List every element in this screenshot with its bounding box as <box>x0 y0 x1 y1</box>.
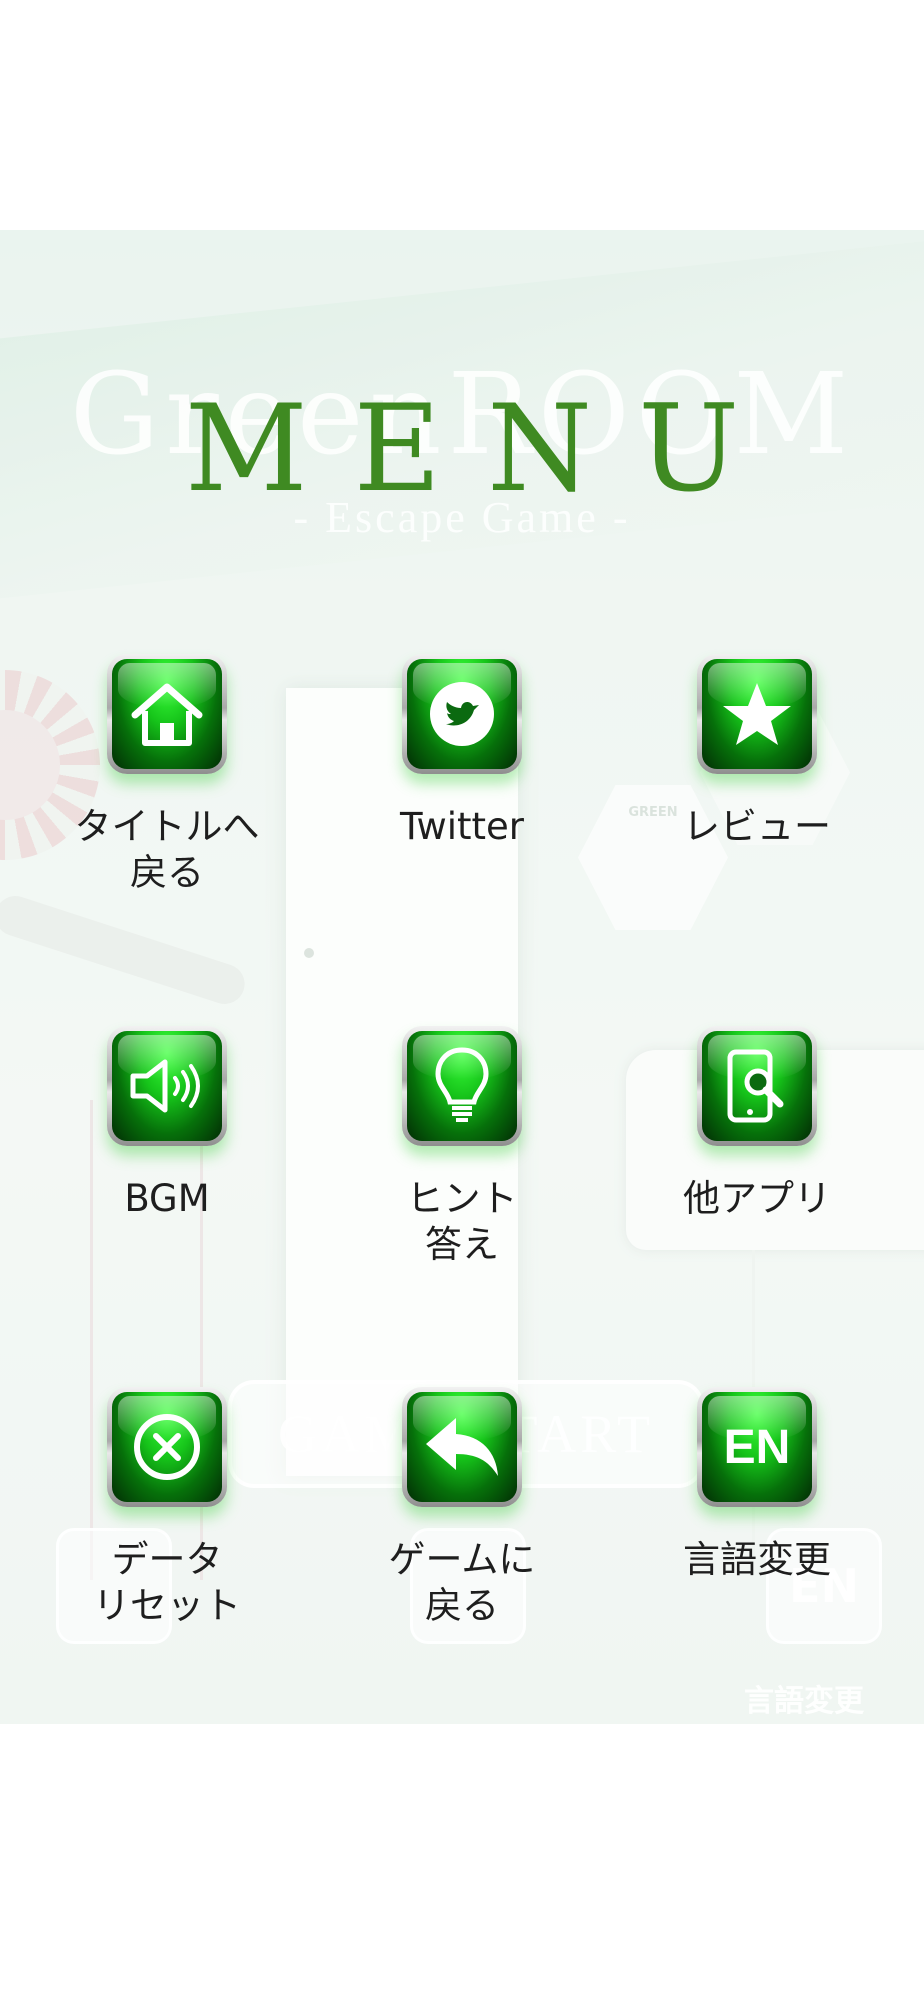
phone-search-icon <box>727 1049 784 1123</box>
menu-item-label: レビュー <box>683 805 831 848</box>
star-icon <box>723 683 791 745</box>
menu-item-bgm[interactable]: BGM <box>27 1026 307 1222</box>
menu-item-back-to-title[interactable]: タイトルへ 戻る <box>27 654 307 896</box>
menu-item-label: タイトルへ 戻る <box>74 805 260 894</box>
menu-item-label: 他アプリ <box>683 1177 831 1220</box>
menu-item-label: データ リセット <box>93 1538 241 1627</box>
hint-answer-button[interactable] <box>402 1026 522 1146</box>
menu-item-hint-answer[interactable]: ヒント 答え <box>322 1026 602 1268</box>
menu-item-label: BGM <box>124 1177 210 1220</box>
menu-item-other-apps[interactable]: 他アプリ <box>617 1026 897 1222</box>
data-reset-button[interactable] <box>107 1387 227 1507</box>
close-circle-icon <box>134 1414 200 1480</box>
twitter-icon <box>430 682 494 746</box>
review-button[interactable] <box>697 654 817 774</box>
menu-item-language[interactable]: EN 言語変更 <box>617 1387 897 1583</box>
menu-item-label: ヒント 答え <box>406 1177 518 1266</box>
lightbulb-icon <box>435 1047 489 1122</box>
menu-item-twitter[interactable]: Twitter <box>322 654 602 850</box>
menu-title: MENU <box>184 380 786 519</box>
menu-item-label: Twitter <box>399 805 524 848</box>
back-to-title-button[interactable] <box>107 654 227 774</box>
twitter-button[interactable] <box>402 654 522 774</box>
back-to-game-button[interactable] <box>402 1387 522 1507</box>
menu-item-data-reset[interactable]: データ リセット <box>27 1387 307 1629</box>
menu-item-label: ゲームに 戻る <box>388 1538 536 1627</box>
en-icon: EN <box>723 1420 791 1474</box>
menu-item-back-to-game[interactable]: ゲームに 戻る <box>322 1387 602 1629</box>
menu-item-review[interactable]: レビュー <box>617 654 897 850</box>
language-button[interactable]: EN <box>697 1387 817 1507</box>
other-apps-button[interactable] <box>697 1026 817 1146</box>
speaker-icon <box>130 1059 200 1113</box>
bgm-button[interactable] <box>107 1026 227 1146</box>
return-arrow-icon <box>426 1418 498 1476</box>
home-icon <box>131 683 203 746</box>
menu-item-label: 言語変更 <box>683 1538 831 1581</box>
